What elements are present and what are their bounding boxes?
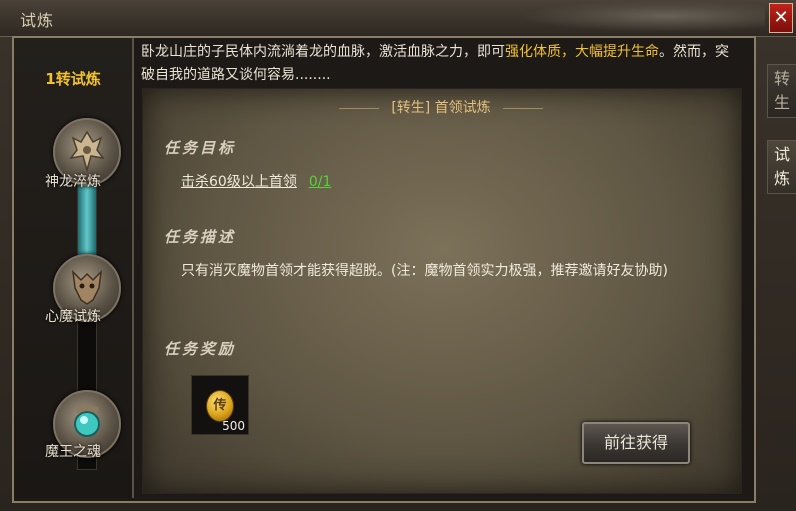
sidebar-title: 1转试炼 <box>45 70 101 88</box>
trial-node-soul-label: 魔王之魂 <box>45 444 101 460</box>
window-title: 试炼 <box>20 11 55 30</box>
description-heading: 任务描述 <box>164 228 237 246</box>
tab-rebirth[interactable]: 转生 <box>767 64 796 118</box>
reward-quantity: 500 <box>222 419 245 433</box>
objective-link[interactable]: 击杀60级以上首领 <box>181 174 297 190</box>
quest-description: 只有消灭魔物首领才能获得超脱。(注：魔物首领实力极强，推荐邀请好友协助) <box>181 263 668 279</box>
quest-title: [转生] 首领试炼 <box>391 100 491 116</box>
objective-progress: 0/1 <box>308 174 332 190</box>
intro-text: 卧龙山庄的子民体内流淌着龙的血脉，激活血脉之力，即可强化体质，大幅提升生命。然而… <box>141 41 741 87</box>
dragon-ornament-icon <box>520 0 765 32</box>
tab-trial-label: 试炼 <box>774 145 791 188</box>
tab-trial[interactable]: 试炼 <box>767 140 796 194</box>
intro-part-a: 卧龙山庄的子民体内流淌着龙的血脉，激活血脉之力，即可 <box>141 44 505 60</box>
intro-highlight: 强化体质，大幅提升生命 <box>505 44 659 60</box>
objective-heading: 任务目标 <box>164 139 237 157</box>
title-bar[interactable]: 试炼 <box>0 0 796 37</box>
dragon-helmet-icon <box>69 130 105 172</box>
gold-coin-icon: 传 <box>206 390 234 422</box>
quest-title-row: [转生] 首领试炼 <box>142 97 740 117</box>
trial-node-dragon-label: 神龙淬炼 <box>45 174 101 190</box>
reward-item-slot[interactable]: 传 500 <box>191 375 249 435</box>
tab-rebirth-label: 转生 <box>774 69 791 112</box>
title-divider-left <box>338 107 379 109</box>
go-obtain-button[interactable]: 前往获得 <box>582 422 690 464</box>
objective-row: 击杀60级以上首领 0/1 <box>181 171 331 191</box>
trial-node-demon-label: 心魔试炼 <box>45 309 101 325</box>
reward-heading: 任务奖励 <box>164 340 237 358</box>
demon-beast-icon <box>71 269 103 305</box>
title-divider-right <box>503 107 544 109</box>
close-button[interactable]: ✕ <box>769 3 793 33</box>
trial-window: 试炼 ✕ 转生 试炼 1转试炼 神龙淬炼 心魔试炼 魔王之魂 卧龙山庄的子民体内… <box>0 0 796 511</box>
trial-sidebar: 1转试炼 神龙淬炼 心魔试炼 魔王之魂 <box>14 38 134 498</box>
soul-orb-icon <box>74 405 100 437</box>
